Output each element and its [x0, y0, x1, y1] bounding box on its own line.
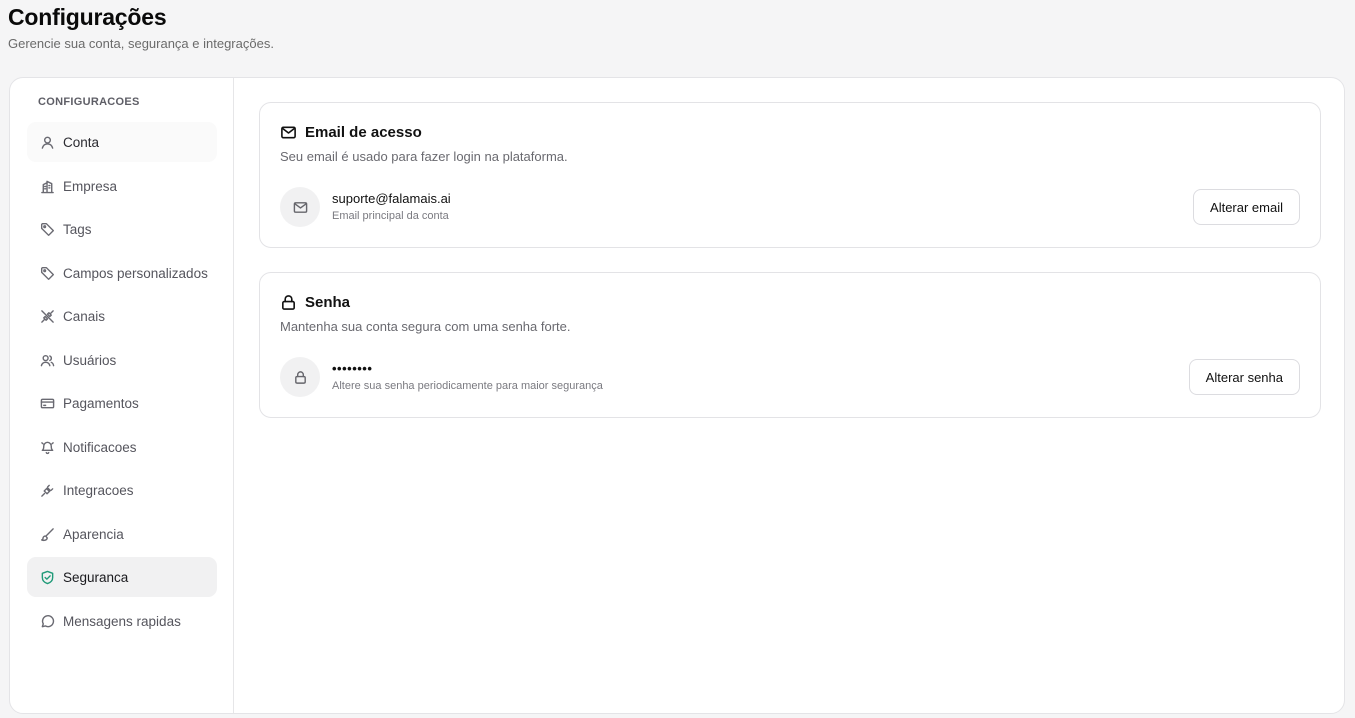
building-icon: [39, 178, 55, 194]
plug-icon: [39, 482, 55, 498]
unplug-icon: [39, 308, 55, 324]
sidebar-item-label: Aparencia: [63, 526, 124, 542]
user-icon: [39, 134, 55, 150]
password-value: ••••••••: [332, 361, 373, 376]
sidebar-item-label: Conta: [63, 134, 100, 150]
sidebar-item-label: Tags: [63, 221, 92, 237]
sidebar-item-label: Usuários: [63, 352, 117, 368]
page-title: Configurações: [8, 4, 167, 30]
sidebar-item-label: Notificacoes: [63, 439, 137, 455]
email-card: Email de acesso Seu email é usado para f…: [259, 102, 1321, 248]
tag-icon: [39, 265, 55, 281]
sidebar-item-label: Integracoes: [63, 482, 134, 498]
settings-sidebar: CONFIGURACOES Conta Empresa Tags Campos …: [10, 78, 234, 713]
mail-icon: [280, 123, 298, 141]
sidebar-item-notificacoes[interactable]: Notificacoes: [27, 427, 217, 467]
page-subtitle: Gerencie sua conta, segurança e integraç…: [8, 36, 274, 51]
sidebar-item-label: Seguranca: [63, 569, 129, 585]
change-password-button[interactable]: Alterar senha: [1188, 359, 1300, 395]
sidebar-item-canais[interactable]: Canais: [27, 296, 217, 336]
sidebar-item-label: Mensagens rapidas: [63, 613, 181, 629]
sidebar-item-tags[interactable]: Tags: [27, 209, 217, 249]
sidebar-item-integracoes[interactable]: Integracoes: [27, 470, 217, 510]
email-card-title-text: Email de acesso: [305, 123, 422, 141]
sidebar-heading: CONFIGURACOES: [38, 96, 140, 108]
sidebar-item-conta[interactable]: Conta: [27, 122, 217, 162]
sidebar-item-label: Campos personalizados: [63, 265, 208, 281]
sidebar-item-usuarios[interactable]: Usuários: [27, 340, 217, 380]
sidebar-item-mensagens-rapidas[interactable]: Mensagens rapidas: [27, 601, 217, 641]
email-avatar: [280, 187, 320, 227]
password-card: Senha Mantenha sua conta segura com uma …: [259, 272, 1321, 418]
message-circle-icon: [39, 613, 55, 629]
sidebar-item-seguranca[interactable]: Seguranca: [27, 557, 217, 597]
email-caption: Email principal da conta: [332, 210, 449, 222]
sidebar-item-campos-personalizados[interactable]: Campos personalizados: [27, 253, 217, 293]
email-card-title: Email de acesso: [280, 123, 422, 141]
password-avatar: [280, 357, 320, 397]
password-card-title-text: Senha: [305, 293, 351, 311]
password-card-title: Senha: [280, 293, 350, 311]
email-card-description: Seu email é usado para fazer login na pl…: [280, 149, 568, 164]
password-card-description: Mantenha sua conta segura com uma senha …: [280, 319, 571, 334]
lock-icon: [293, 370, 308, 385]
brush-icon: [39, 526, 55, 542]
sidebar-item-label: Canais: [63, 308, 106, 324]
sidebar-item-aparencia[interactable]: Aparencia: [27, 514, 217, 554]
tag-icon: [39, 221, 55, 237]
page-header: Configurações Gerencie sua conta, segura…: [8, 2, 274, 51]
mail-icon: [293, 200, 308, 215]
settings-panel: CONFIGURACOES Conta Empresa Tags Campos …: [9, 77, 1345, 714]
password-caption: Altere sua senha periodicamente para mai…: [332, 380, 603, 392]
sidebar-item-pagamentos[interactable]: Pagamentos: [27, 383, 217, 423]
sidebar-item-empresa[interactable]: Empresa: [27, 166, 217, 206]
users-icon: [39, 352, 55, 368]
change-email-button[interactable]: Alterar email: [1193, 189, 1300, 225]
bell-icon: [39, 439, 55, 455]
sidebar-item-label: Pagamentos: [63, 395, 139, 411]
sidebar-item-label: Empresa: [63, 178, 118, 194]
lock-icon: [280, 293, 298, 311]
shield-check-icon: [39, 569, 55, 585]
credit-card-icon: [39, 395, 55, 411]
email-value: suporte@falamais.ai: [332, 191, 451, 206]
